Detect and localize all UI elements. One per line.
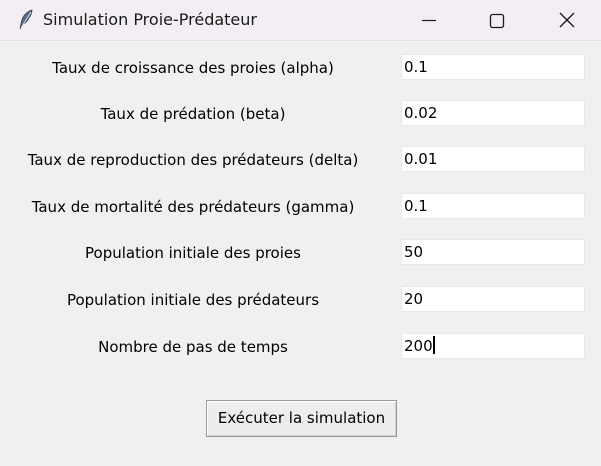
delta-label: Taux de reproduction des prédateurs (del…: [27, 151, 359, 169]
beta-label: Taux de prédation (beta): [100, 105, 286, 123]
initial-predators-input-value: 20: [404, 290, 424, 308]
title-bar[interactable]: Simulation Proie-Prédateur: [0, 0, 601, 41]
gamma-label: Taux de mortalité des prédateurs (gamma): [31, 198, 355, 216]
delta-input-value: 0.01: [404, 150, 438, 168]
beta-input[interactable]: 0.02: [401, 100, 585, 126]
time-steps-label: Nombre de pas de temps: [98, 338, 288, 356]
alpha-label: Taux de croissance des proies (alpha): [52, 59, 334, 77]
initial-predators-label: Population initiale des prédateurs: [66, 291, 320, 309]
alpha-input[interactable]: 0.1: [401, 54, 585, 80]
run-simulation-button[interactable]: Exécuter la simulation: [206, 400, 397, 437]
initial-predators-input[interactable]: 20: [401, 286, 585, 312]
delta-input[interactable]: 0.01: [401, 146, 585, 172]
text-cursor: [432, 336, 435, 354]
maximize-button[interactable]: [473, 0, 519, 40]
beta-input-value: 0.02: [404, 104, 438, 122]
minimize-icon: [422, 19, 436, 22]
alpha-input-value: 0.1: [404, 58, 428, 76]
gamma-input[interactable]: 0.1: [401, 193, 585, 219]
close-button[interactable]: [544, 0, 590, 40]
time-steps-input-value: 200: [404, 337, 433, 355]
initial-prey-label: Population initiale des proies: [85, 244, 301, 262]
close-icon: [559, 12, 575, 28]
maximize-icon: [489, 13, 505, 29]
app-window: Simulation Proie-Prédateur Taux de crois…: [0, 0, 601, 466]
window-title: Simulation Proie-Prédateur: [43, 10, 257, 29]
minimize-button[interactable]: [405, 0, 451, 40]
initial-prey-input-value: 50: [404, 243, 424, 261]
feather-icon: [17, 9, 35, 31]
gamma-input-value: 0.1: [404, 197, 428, 215]
time-steps-input[interactable]: 200: [401, 333, 585, 359]
initial-prey-input[interactable]: 50: [401, 239, 585, 265]
